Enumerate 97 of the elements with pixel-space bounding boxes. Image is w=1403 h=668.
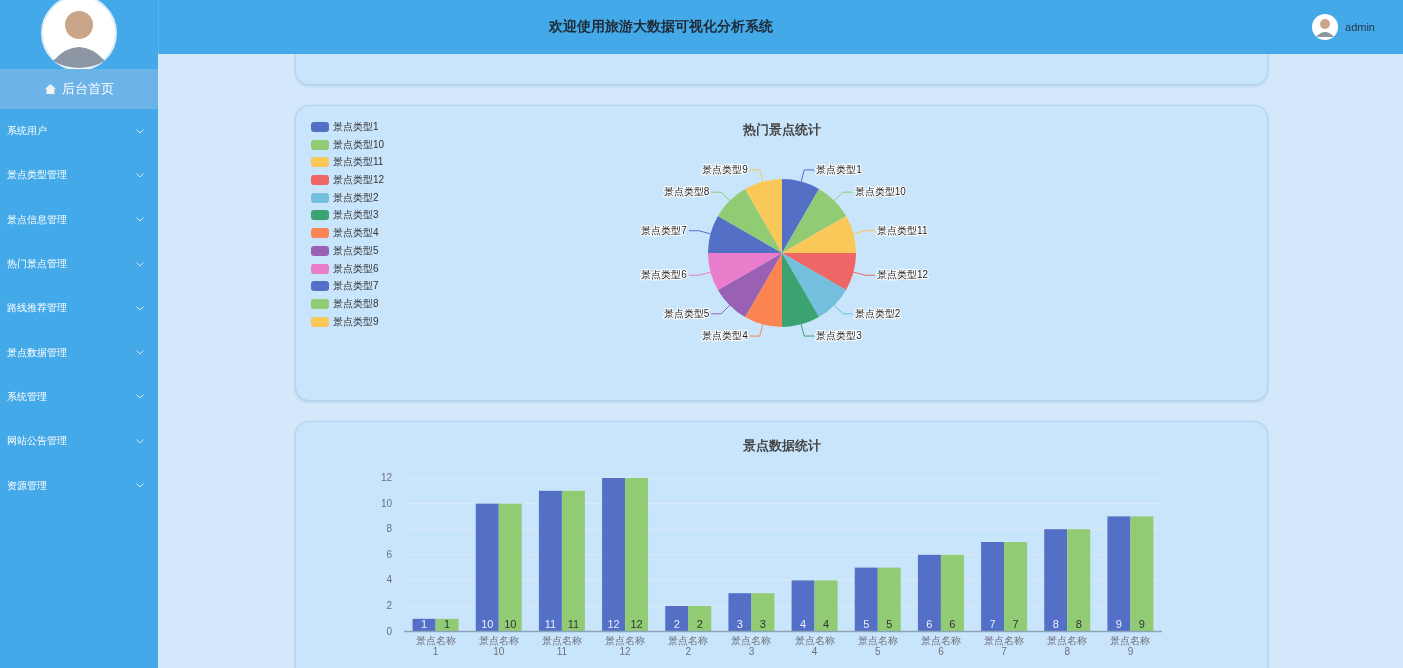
legend-item[interactable]: 景点类型6 xyxy=(311,262,496,275)
slice-label: 景点类型8 xyxy=(663,186,709,198)
bar-value: 12 xyxy=(607,617,620,630)
bar-value: 3 xyxy=(736,617,743,630)
bar-value: 3 xyxy=(759,617,766,630)
bar-value: 5 xyxy=(886,617,893,630)
legend-item[interactable]: 景点类型1 xyxy=(311,121,496,133)
bar-value: 12 xyxy=(630,617,643,630)
axis-label: 0 xyxy=(386,625,392,637)
legend-item[interactable]: 景点类型2 xyxy=(311,191,496,204)
bar-value: 4 xyxy=(800,617,807,630)
bar-value: 10 xyxy=(504,617,517,630)
bar-value: 9 xyxy=(1138,617,1145,630)
leader-line xyxy=(687,271,711,276)
bar-value: 7 xyxy=(1012,617,1019,630)
bar-value: 10 xyxy=(481,617,494,630)
slice-label: 景点类型1 xyxy=(815,163,862,175)
axis-label: 2 xyxy=(386,600,392,611)
user-name[interactable]: admin xyxy=(1345,21,1375,33)
legend-item[interactable]: 景点类型9 xyxy=(311,315,496,328)
bar-value: 11 xyxy=(567,617,580,630)
leader-line xyxy=(710,304,730,315)
slice-label: 景点类型9 xyxy=(701,163,748,175)
bar-value: 2 xyxy=(673,617,680,630)
bar-value: 8 xyxy=(1075,617,1082,630)
bar-value: 11 xyxy=(544,617,557,630)
legend-item[interactable]: 景点类型4 xyxy=(311,227,496,240)
leader-line xyxy=(833,304,853,315)
leader-line xyxy=(800,169,815,182)
slice-label: 景点类型4 xyxy=(701,330,748,342)
legend-item[interactable]: 景点类型12 xyxy=(311,174,496,187)
slice-label: 景点类型7 xyxy=(640,224,687,236)
page-title: 欢迎使用旅游大数据可视化分析系统 xyxy=(549,18,774,36)
axis-label: 景点名称 12 xyxy=(605,634,646,657)
axis-label: 景点名称 2 xyxy=(668,634,709,657)
axis-label: 景点名称 9 xyxy=(1110,634,1151,657)
bar-value: 6 xyxy=(926,617,933,630)
leader-line xyxy=(852,230,876,235)
legend-item[interactable]: 景点类型3 xyxy=(311,209,496,222)
leader-line xyxy=(748,169,763,182)
axis-label: 4 xyxy=(386,574,392,586)
slice-label: 景点类型2 xyxy=(854,307,900,319)
bar xyxy=(854,567,878,632)
slice-label: 景点类型5 xyxy=(663,307,709,319)
bar-value: 9 xyxy=(1115,617,1122,630)
axis-label: 景点名称 4 xyxy=(794,634,835,657)
home-label: 后台首页 xyxy=(61,80,114,98)
axis-label: 景点名称 1 xyxy=(415,634,456,657)
legend-item[interactable]: 景点类型7 xyxy=(311,280,496,293)
bar xyxy=(688,606,712,632)
bar xyxy=(435,618,459,632)
legend-item[interactable]: 景点类型10 xyxy=(311,138,496,151)
axis-label: 12 xyxy=(380,472,392,483)
slice-label: 景点类型12 xyxy=(876,269,928,281)
axis-label: 景点名称 5 xyxy=(857,634,898,657)
slice-label: 景点类型10 xyxy=(854,186,906,198)
bar-value: 6 xyxy=(949,617,956,630)
leader-line xyxy=(800,324,815,337)
slice-label: 景点类型3 xyxy=(815,330,862,342)
bar xyxy=(728,593,752,632)
leader-line xyxy=(687,230,711,235)
bar-value: 7 xyxy=(989,617,996,630)
leader-line xyxy=(748,324,763,337)
leader-line xyxy=(852,271,876,276)
chart-title: 景点数据统计 xyxy=(742,437,821,455)
leader-line xyxy=(833,191,853,202)
bar xyxy=(665,606,689,632)
legend-item[interactable]: 景点类型8 xyxy=(311,297,496,310)
slice-label: 景点类型11 xyxy=(876,224,927,236)
axis-label: 8 xyxy=(386,523,392,535)
bar xyxy=(791,580,815,632)
axis-label: 景点名称 8 xyxy=(1047,634,1088,657)
chart-title: 热门景点统计 xyxy=(742,121,821,139)
bar-value: 5 xyxy=(863,617,870,630)
axis-label: 6 xyxy=(386,548,392,560)
axis-label: 景点名称 6 xyxy=(920,634,961,657)
bar xyxy=(877,567,901,632)
legend-item[interactable]: 景点类型5 xyxy=(311,244,496,257)
bar-value: 4 xyxy=(823,617,830,630)
bar-value: 2 xyxy=(696,617,703,630)
bar-value: 8 xyxy=(1052,617,1059,630)
axis-label: 景点名称 3 xyxy=(731,634,772,657)
axis-label: 景点名称 10 xyxy=(478,634,519,657)
axis-label: 景点名称 11 xyxy=(541,634,582,657)
slice-label: 景点类型6 xyxy=(640,269,687,281)
avatar-icon xyxy=(41,0,117,69)
axis-label: 景点名称 7 xyxy=(984,634,1025,657)
bar xyxy=(412,618,436,632)
bar-value: 1 xyxy=(421,617,428,630)
legend-item[interactable]: 景点类型11 xyxy=(311,156,496,169)
axis-label: 10 xyxy=(380,497,392,509)
bar-value: 1 xyxy=(444,617,451,630)
bar xyxy=(751,593,775,632)
home-icon xyxy=(44,84,56,94)
leader-line xyxy=(710,191,730,202)
avatar-icon xyxy=(1312,14,1339,40)
bar xyxy=(814,580,838,632)
